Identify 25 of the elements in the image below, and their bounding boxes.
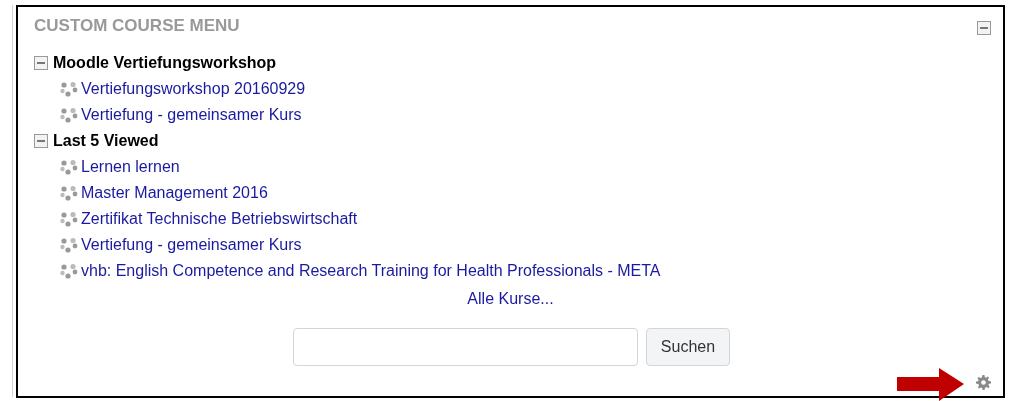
course-link[interactable]: Zertifikat Technische Betriebswirtschaft bbox=[81, 207, 358, 231]
collapse-icon[interactable] bbox=[34, 134, 48, 148]
collapse-icon[interactable] bbox=[977, 21, 991, 35]
course-link[interactable]: Vertiefungsworkshop 20160929 bbox=[81, 77, 306, 101]
course-icon bbox=[60, 185, 78, 201]
course-icon bbox=[60, 237, 78, 253]
course-link[interactable]: Lernen lernen bbox=[81, 155, 180, 179]
block-title: CUSTOM COURSE MENU bbox=[34, 16, 240, 36]
course-link[interactable]: Vertiefung - gemeinsamer Kurs bbox=[81, 103, 302, 127]
course-icon bbox=[60, 211, 78, 227]
category-label[interactable]: Moodle Vertiefungsworkshop bbox=[53, 51, 277, 75]
course-icon bbox=[60, 107, 78, 123]
gear-icon[interactable] bbox=[976, 375, 991, 390]
search-button[interactable]: Suchen bbox=[645, 328, 731, 366]
collapse-icon[interactable] bbox=[34, 56, 48, 70]
course-icon bbox=[60, 263, 78, 279]
arrow-icon bbox=[897, 368, 964, 401]
category-label[interactable]: Last 5 Viewed bbox=[53, 129, 159, 153]
course-link[interactable]: Vertiefung - gemeinsamer Kurs bbox=[81, 233, 302, 257]
search-field[interactable] bbox=[292, 328, 638, 366]
course-link[interactable]: Master Management 2016 bbox=[81, 181, 268, 205]
course-link[interactable]: vhb: English Competence and Research Training for Health Professionals - META bbox=[81, 259, 661, 283]
all-courses-link[interactable]: Alle Kurse... bbox=[467, 286, 554, 312]
course-icon bbox=[60, 81, 78, 97]
course-icon bbox=[60, 159, 78, 175]
